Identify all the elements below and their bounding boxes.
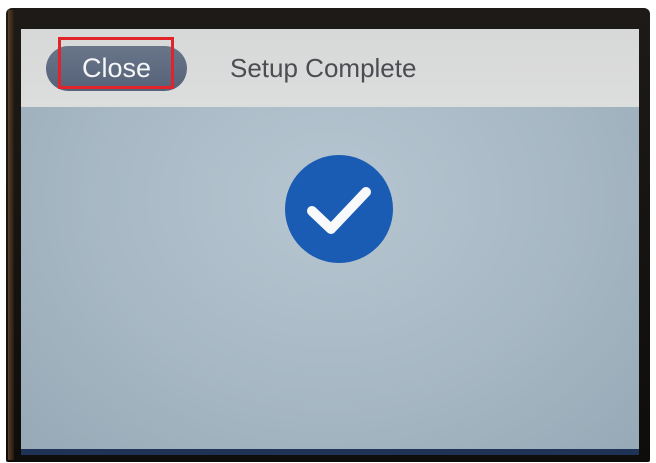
close-button-label: Close [81,53,152,83]
screen-bottom-edge [21,449,639,455]
header-bar: Close Setup Complete [21,29,639,107]
device-photo: Close Setup Complete [0,0,656,463]
device-screen: Close Setup Complete [21,29,639,452]
bezel-edge [8,10,14,460]
checkmark-circle-icon [285,155,393,263]
close-button[interactable]: Close [46,46,187,91]
page-title: Setup Complete [230,53,417,83]
